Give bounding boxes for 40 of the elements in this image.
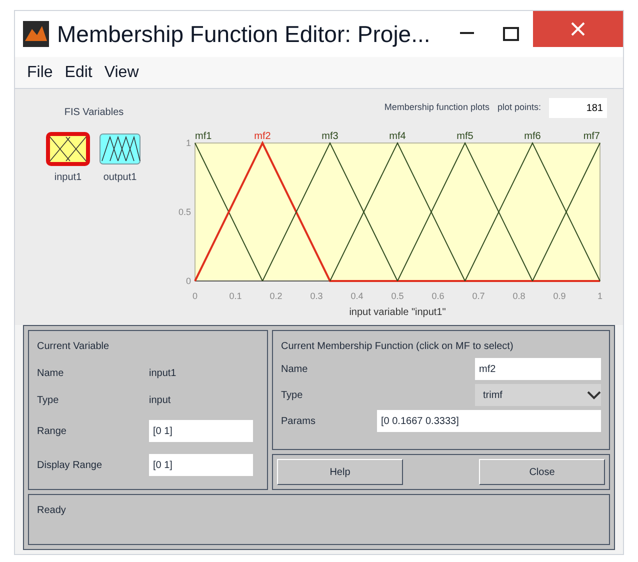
- mf-label: mf2: [254, 131, 271, 142]
- mf-label: mf5: [456, 131, 474, 142]
- field-label: Type: [281, 388, 303, 402]
- x-tick-label: 0.4: [350, 291, 364, 301]
- mf-label: mf1: [195, 131, 212, 142]
- field-label: Range: [37, 424, 68, 438]
- x-tick-label: 0.7: [472, 291, 485, 301]
- field-label: Params: [281, 414, 316, 428]
- variable-label: input1: [54, 171, 82, 185]
- mf-label: mf4: [389, 131, 406, 142]
- mf-label: mf3: [322, 131, 338, 142]
- variable-name: input1: [149, 367, 176, 381]
- field-label: Name: [281, 362, 308, 376]
- fis-variables-title: FIS Variables: [64, 106, 124, 120]
- field-label: Name: [37, 367, 65, 381]
- window-title: Membership Function Editor: Proje...: [57, 20, 430, 49]
- y-tick-label: 0: [186, 276, 191, 286]
- status-text: Ready: [37, 504, 66, 518]
- panel-title: Current Variable: [37, 340, 110, 354]
- field-label: Display Range: [37, 458, 104, 472]
- variable-type: input: [149, 394, 171, 408]
- x-tick-label: 0.1: [229, 291, 242, 301]
- x-tick-label: 0.5: [391, 291, 404, 301]
- x-tick-label: 0.2: [270, 291, 282, 301]
- x-tick-label: 0.3: [310, 291, 323, 301]
- field-label: Type: [37, 394, 60, 408]
- mf-label: mf7: [583, 131, 600, 142]
- y-tick-label: 0.5: [178, 207, 191, 217]
- plot-points-label: plot points:: [497, 101, 541, 114]
- x-tick-label: 0.8: [512, 291, 526, 301]
- x-tick-label: 0: [192, 291, 198, 301]
- x-axis-label: input variable "input1": [349, 307, 446, 318]
- y-tick-label: 1: [186, 138, 191, 148]
- variable-label: output1: [103, 171, 137, 185]
- x-tick-label: 0.6: [432, 291, 444, 301]
- panel-title: Current Membership Function (click on MF to select): [281, 340, 514, 354]
- mf-label: mf6: [524, 131, 541, 142]
- x-tick-label: 1: [598, 291, 602, 301]
- plot-title: Membership function plots: [384, 101, 490, 114]
- x-tick-label: 0.9: [553, 291, 566, 301]
